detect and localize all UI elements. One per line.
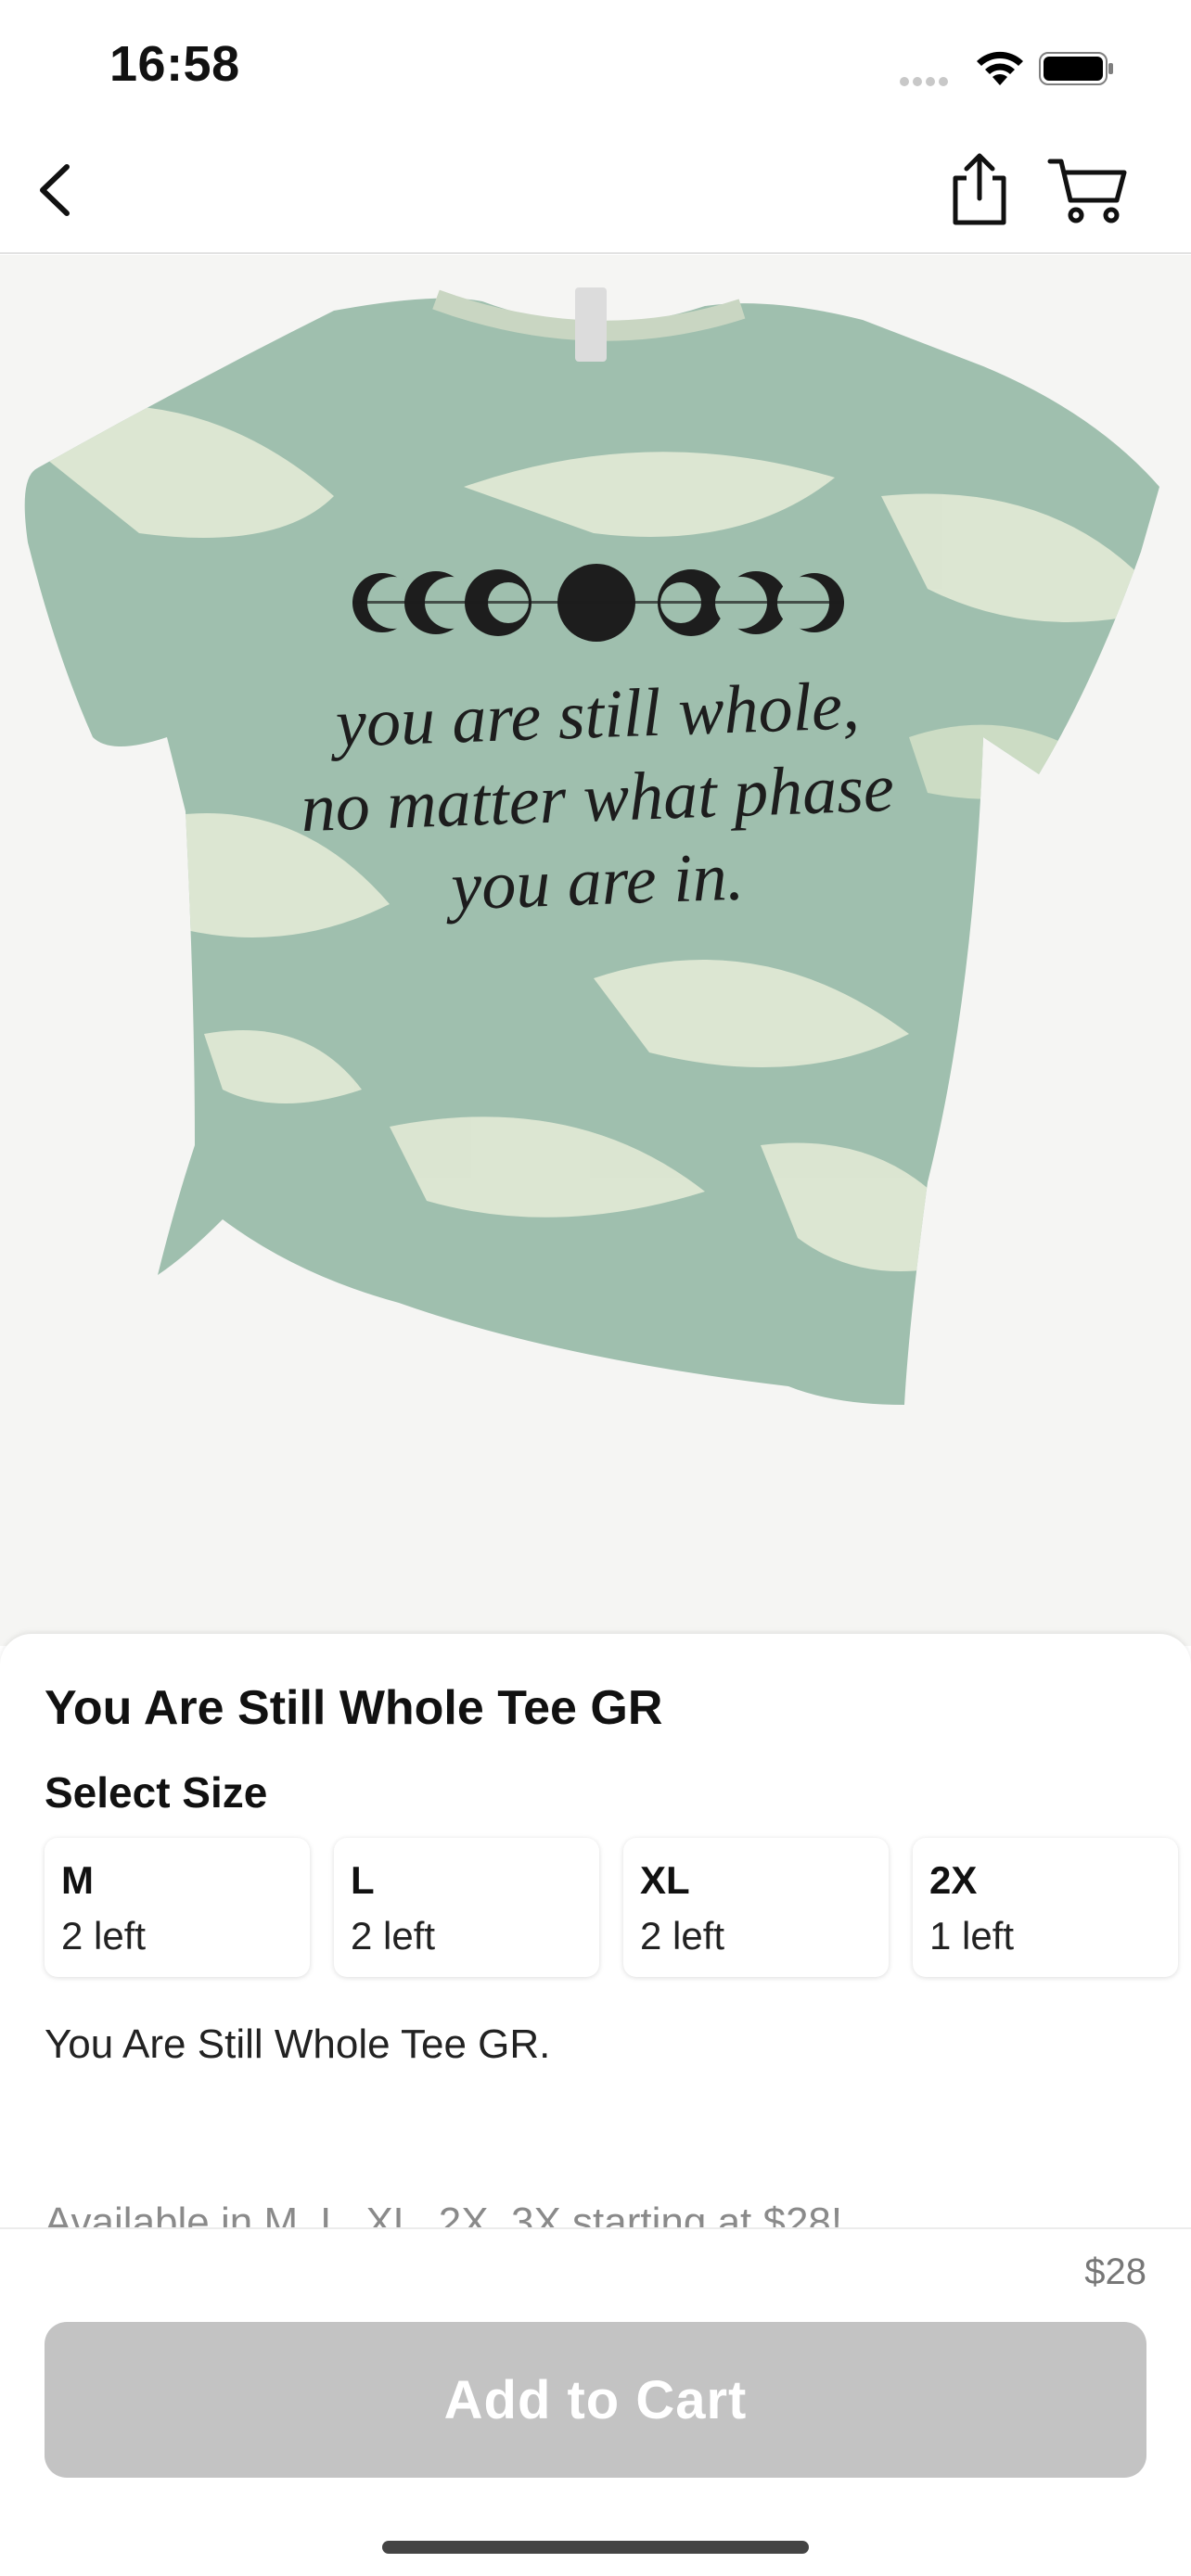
home-indicator[interactable]: [382, 2541, 809, 2554]
size-option-l[interactable]: L 2 left: [334, 1838, 599, 1977]
add-to-cart-button[interactable]: Add to Cart: [45, 2322, 1146, 2478]
battery-icon: [1039, 52, 1113, 85]
cart-icon[interactable]: [1046, 156, 1130, 226]
shirt-print-line-3: you are in.: [443, 839, 745, 925]
size-heading: Select Size: [45, 1768, 268, 1817]
status-time: 16:58: [109, 36, 240, 92]
size-option-xl[interactable]: XL 2 left: [623, 1838, 889, 1977]
size-stock: 2 left: [351, 1914, 436, 1958]
size-options: M 2 left L 2 left XL 2 left 2X 1 left: [45, 1838, 1191, 1977]
signal-dots-icon: [900, 74, 957, 86]
size-stock: 2 left: [640, 1914, 725, 1958]
product-image[interactable]: you are still whole, no matter what phas…: [0, 255, 1191, 1646]
size-name: M: [61, 1858, 94, 1902]
size-stock: 1 left: [929, 1914, 1015, 1958]
back-chevron-icon[interactable]: [26, 158, 91, 223]
product-details-sheet: You Are Still Whole Tee GR Select Size M…: [0, 1634, 1191, 2227]
price-label: $28: [1084, 2251, 1146, 2292]
product-title: You Are Still Whole Tee GR: [45, 1681, 663, 1735]
size-stock: 2 left: [61, 1914, 147, 1958]
wifi-icon: [977, 51, 1023, 85]
nav-bar: [0, 130, 1191, 254]
availability-text: Available in M, L, XL, 2X, 3X starting a…: [45, 2200, 843, 2227]
share-icon[interactable]: [946, 150, 1013, 228]
size-option-2x[interactable]: 2X 1 left: [913, 1838, 1178, 1977]
size-name: L: [351, 1858, 375, 1902]
status-bar: 16:58: [0, 0, 1191, 130]
size-name: XL: [640, 1858, 690, 1902]
size-name: 2X: [929, 1858, 978, 1902]
product-description: You Are Still Whole Tee GR.: [45, 2021, 551, 2067]
size-option-m[interactable]: M 2 left: [45, 1838, 310, 1977]
purchase-bar: $28 Add to Cart: [0, 2227, 1191, 2576]
tshirt-illustration: you are still whole, no matter what phas…: [0, 255, 1191, 1646]
